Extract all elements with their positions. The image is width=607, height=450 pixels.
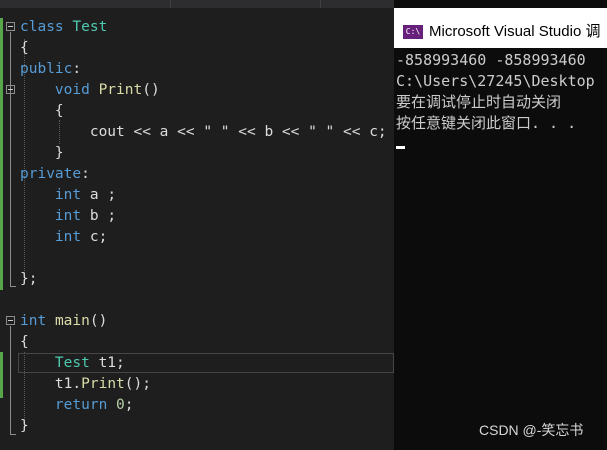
- code-text: {: [20, 334, 29, 350]
- code-line-3[interactable]: public:: [20, 59, 81, 80]
- function-name: Print: [98, 82, 143, 98]
- keyword: int: [54, 229, 82, 245]
- code-line-2[interactable]: {: [20, 38, 29, 59]
- code-text: {: [54, 103, 64, 119]
- code-line-8[interactable]: private:: [20, 164, 90, 185]
- keyword: int: [54, 187, 82, 203]
- fold-guide: [10, 326, 11, 434]
- code-text: cout << a << " " << b << " " << c;: [89, 124, 387, 140]
- code-text: c;: [81, 229, 108, 245]
- console-output-line-3: 要在调试停止时自动关闭: [396, 93, 562, 111]
- change-indicator-bar: [0, 18, 3, 290]
- console-app-icon: C:\: [403, 25, 423, 39]
- keyword: return: [54, 397, 108, 413]
- code-line-11[interactable]: int c;: [20, 227, 107, 248]
- console-title: Microsoft Visual Studio 调: [429, 23, 601, 40]
- collapse-icon[interactable]: [6, 85, 15, 94]
- collapse-icon[interactable]: [6, 22, 15, 31]
- code-text: }: [54, 145, 64, 161]
- code-text: ;: [124, 397, 134, 413]
- code-line-16[interactable]: t1.Print();: [20, 374, 151, 395]
- code-editor[interactable]: class Test { public: void Print() { cout…: [0, 0, 394, 450]
- code-line-17[interactable]: return 0;: [20, 395, 134, 416]
- code-line-15[interactable]: Test t1;: [20, 353, 125, 374]
- tab-separator: [170, 0, 171, 8]
- code-line-6[interactable]: cout << a << " " << b << " " << c;: [20, 122, 387, 143]
- keyword: void: [54, 82, 90, 98]
- console-title-bar[interactable]: C:\ Microsoft Visual Studio 调: [394, 8, 607, 48]
- code-line-5[interactable]: {: [20, 101, 64, 122]
- watermark: CSDN @-笑忘书: [479, 422, 584, 438]
- function-name: Print: [81, 376, 125, 392]
- tab-separator: [320, 0, 321, 8]
- code-line-14[interactable]: {: [20, 332, 29, 353]
- function-name: main: [54, 313, 90, 329]
- keyword: int: [20, 313, 47, 329]
- code-line-4[interactable]: void Print(): [20, 80, 160, 101]
- keyword: class: [20, 19, 64, 35]
- code-line-12[interactable]: };: [20, 269, 37, 290]
- console-cursor: [396, 146, 405, 149]
- editor-tab-strip: [0, 0, 394, 8]
- fold-guide-end: [10, 286, 16, 287]
- code-line-13[interactable]: int main(): [20, 311, 107, 332]
- code-line-1[interactable]: class Test: [20, 17, 107, 38]
- code-line-9[interactable]: int a ;: [20, 185, 116, 206]
- code-line-7[interactable]: }: [20, 143, 64, 164]
- code-text: (): [142, 82, 160, 98]
- console-output-line-4: 按任意键关闭此窗口. . .: [396, 114, 577, 132]
- code-text: b ;: [81, 208, 117, 224]
- keyword: private: [20, 166, 82, 182]
- code-text: :: [72, 61, 82, 77]
- number-literal: 0: [116, 397, 125, 413]
- code-text: {: [20, 40, 29, 56]
- console-output-line-2: C:\Users\27245\Desktop: [396, 72, 595, 90]
- console-output-line-1: -858993460 -858993460: [396, 51, 586, 69]
- code-text: :: [81, 166, 90, 182]
- class-name: Test: [54, 355, 90, 371]
- code-text: t1;: [89, 355, 125, 371]
- class-name: Test: [72, 19, 108, 35]
- collapse-icon[interactable]: [6, 316, 15, 325]
- keyword: int: [54, 208, 82, 224]
- code-text: a ;: [81, 187, 117, 203]
- code-text: t1.: [54, 376, 82, 392]
- debug-console-window[interactable]: C:\ Microsoft Visual Studio 调 -858993460…: [394, 0, 607, 450]
- keyword: public: [20, 61, 73, 77]
- change-indicator-bar: [0, 352, 3, 398]
- fold-guide: [10, 32, 11, 286]
- fold-guide-end: [10, 434, 16, 435]
- code-text: (): [89, 313, 108, 329]
- code-text: ();: [124, 376, 151, 392]
- code-line-10[interactable]: int b ;: [20, 206, 116, 227]
- code-text: }: [20, 418, 29, 434]
- code-line-18[interactable]: }: [20, 416, 29, 437]
- code-text: };: [20, 271, 38, 287]
